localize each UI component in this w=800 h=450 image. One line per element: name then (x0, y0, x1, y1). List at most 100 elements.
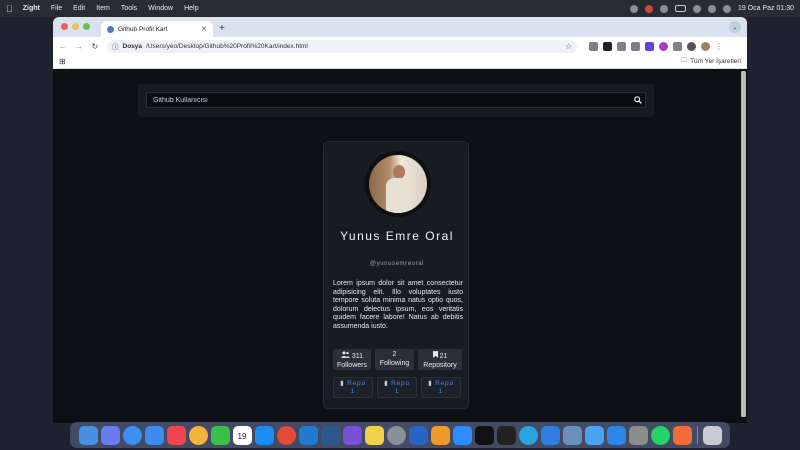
page-scrollbar[interactable] (741, 71, 746, 417)
menu-tools[interactable]: Tools (121, 5, 137, 12)
xcode-icon[interactable] (584, 425, 604, 445)
star-app-icon[interactable] (342, 425, 362, 445)
profile-photo (369, 155, 427, 213)
github-desktop-icon[interactable] (474, 425, 494, 445)
search-icon (634, 96, 642, 104)
all-bookmarks[interactable]: 🗀 Tüm Yer İşaretleri (681, 56, 741, 67)
terminal-icon[interactable] (496, 425, 516, 445)
more-menu-icon[interactable]: ⋮ (715, 42, 723, 51)
sync-icon[interactable] (687, 41, 696, 51)
safari-icon[interactable] (122, 425, 142, 445)
stat-repository[interactable]: 21 Repository (418, 349, 462, 370)
forward-icon[interactable]: → (75, 42, 83, 51)
extension-icon[interactable] (589, 41, 598, 51)
github-user-search-input[interactable] (147, 96, 631, 104)
repo-number: 1 (394, 387, 400, 395)
book-icon: ▮ (428, 380, 433, 387)
telegram-icon[interactable] (518, 425, 538, 445)
bookmark-icon (432, 351, 440, 360)
battery-icon[interactable] (674, 5, 686, 12)
extension-icon[interactable] (659, 41, 668, 51)
status-app-icon[interactable] (629, 4, 638, 13)
trash-icon[interactable] (702, 425, 722, 445)
control-center-icon[interactable] (722, 4, 731, 13)
launchpad-icon[interactable] (100, 425, 120, 445)
utility-app-icon[interactable] (628, 425, 648, 445)
menu-window[interactable]: Window (148, 5, 173, 12)
reload-icon[interactable]: ↻ (91, 42, 99, 51)
menu-item[interactable]: Item (96, 5, 110, 12)
repo-link[interactable]: ▮ Repo 1 (333, 377, 373, 398)
all-bookmarks-label: Tüm Yer İşaretleri (690, 58, 741, 65)
calendar-icon[interactable]: 19 (232, 425, 252, 445)
preview-icon[interactable] (562, 425, 582, 445)
tab-title: Github Profil Kart (118, 25, 168, 33)
tab-github-profil-kart[interactable]: Github Profil Kart ✕ (101, 21, 213, 37)
search-icon[interactable] (707, 4, 716, 13)
dock-separator (696, 426, 698, 444)
profile-bio: Lorem ipsum dolor sit amet consectetur a… (333, 280, 463, 330)
recording-icon[interactable] (644, 4, 653, 13)
app-store-icon[interactable] (254, 425, 274, 445)
puzzle-icon[interactable] (673, 41, 682, 51)
stat-followers[interactable]: 311 Followers (333, 349, 371, 370)
chevron-down-icon[interactable]: ⌄ (729, 21, 741, 33)
photos-icon[interactable] (188, 425, 208, 445)
close-window-icon[interactable] (61, 23, 68, 30)
back-icon[interactable]: ← (59, 42, 67, 51)
status-icons: 19 Oca Paz 01:30 (629, 4, 794, 13)
profile-avatar (365, 151, 431, 217)
font-book-icon[interactable] (606, 425, 626, 445)
menu-help[interactable]: Help (184, 5, 198, 12)
browser-toolbar: ← → ↻ ⓘ Dosya /Users/yeo/Desktop/Github%… (53, 37, 747, 55)
minimize-window-icon[interactable] (72, 23, 79, 30)
notes-icon[interactable] (364, 425, 384, 445)
repo-list: ▮ Repo 1 ▮ Repo 1 ▮ Repo 1 (333, 377, 463, 398)
apps-grid-icon[interactable]: ⊞ (59, 57, 66, 66)
security-chip[interactable]: Dosya (123, 43, 143, 50)
repo-link[interactable]: ▮ Repo 1 (421, 377, 461, 398)
close-tab-icon[interactable]: ✕ (201, 25, 207, 33)
menu-app-name[interactable]: Zight (23, 5, 40, 12)
menu-edit[interactable]: Edit (73, 5, 85, 12)
extension-icon[interactable] (645, 41, 654, 51)
music-icon[interactable] (166, 425, 186, 445)
avatar[interactable] (701, 41, 710, 51)
followers-label: Followers (337, 361, 367, 369)
vscode-icon[interactable] (298, 425, 318, 445)
repository-label: Repository (423, 361, 457, 369)
clock[interactable]: 19 Oca Paz 01:30 (738, 5, 794, 12)
apple-icon[interactable]:  (6, 4, 13, 14)
followers-count: 311 (351, 353, 364, 360)
url-text[interactable]: /Users/yeo/Desktop/Github%20Profil%20Kar… (146, 43, 308, 50)
chrome-icon[interactable] (276, 425, 296, 445)
profile-username: @yunusemreoral (369, 261, 425, 267)
search-button[interactable] (631, 93, 645, 107)
bookmark-star-icon[interactable]: ☆ (565, 42, 572, 51)
outlook-icon[interactable] (408, 425, 428, 445)
extension-icon[interactable] (617, 41, 626, 51)
facetime-icon[interactable] (210, 425, 230, 445)
menu-file[interactable]: File (51, 5, 62, 12)
quicktime-icon[interactable] (320, 425, 340, 445)
new-tab-icon[interactable]: + (219, 23, 225, 34)
following-count: 2 (392, 351, 397, 358)
info-icon[interactable]: ⓘ (112, 41, 119, 51)
mail-icon[interactable] (144, 425, 164, 445)
wifi-icon[interactable] (692, 4, 701, 13)
repo-link[interactable]: ▮ Repo 1 (377, 377, 417, 398)
system-settings-icon[interactable] (386, 425, 406, 445)
scrollbar-thumb[interactable] (741, 71, 746, 417)
address-bar[interactable]: ⓘ Dosya /Users/yeo/Desktop/Github%20Prof… (107, 39, 577, 53)
zoom-icon[interactable] (452, 425, 472, 445)
stat-following[interactable]: 2 Following (375, 349, 414, 370)
extension-icon[interactable] (631, 41, 640, 51)
pencil-app-icon[interactable] (672, 425, 692, 445)
play-icon[interactable] (659, 4, 668, 13)
pages-icon[interactable] (430, 425, 450, 445)
finder-icon[interactable] (78, 425, 98, 445)
extension-icon[interactable] (603, 41, 612, 51)
zight-icon[interactable] (540, 425, 560, 445)
maximize-window-icon[interactable] (83, 23, 90, 30)
whatsapp-icon[interactable] (650, 425, 670, 445)
